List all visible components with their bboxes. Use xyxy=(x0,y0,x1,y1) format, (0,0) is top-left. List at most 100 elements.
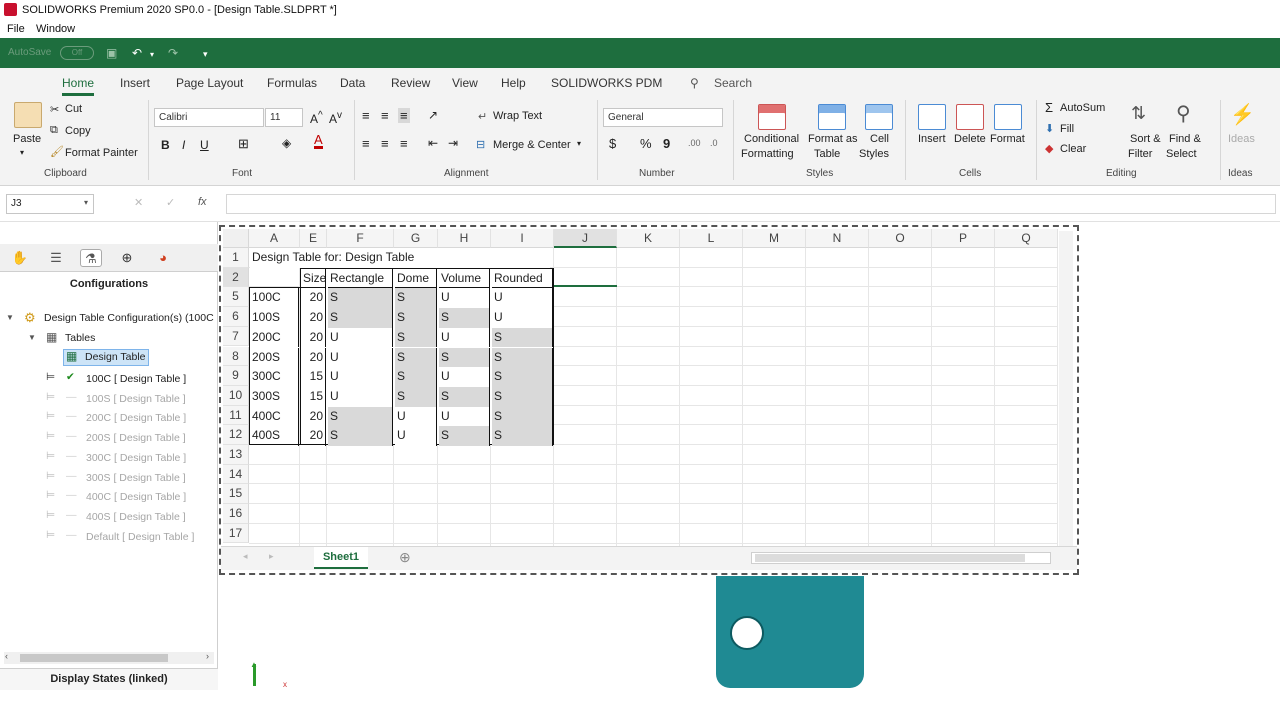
ideas-button[interactable]: Ideas xyxy=(1228,133,1255,145)
table-cell[interactable]: S xyxy=(439,426,490,446)
paste-button[interactable]: Paste xyxy=(13,133,41,145)
font-size-select[interactable]: 11 xyxy=(265,108,303,127)
fill-icon[interactable]: ⬇ xyxy=(1045,122,1054,135)
table-cell[interactable]: S xyxy=(328,426,393,446)
column-header[interactable]: H xyxy=(438,229,491,248)
table-cell[interactable]: S xyxy=(395,288,437,309)
insert-cells-icon[interactable] xyxy=(918,104,946,130)
sheet-hscroll-thumb[interactable] xyxy=(755,554,1025,562)
row-header[interactable]: 17 xyxy=(223,523,249,544)
column-header[interactable]: E xyxy=(300,229,327,248)
table-cell[interactable]: 20 xyxy=(301,327,326,348)
align-bottom-icon[interactable]: ≡ xyxy=(398,108,410,123)
merge-center-button[interactable]: Merge & Center xyxy=(493,139,571,151)
format-painter-button[interactable]: Format Painter xyxy=(65,147,138,159)
tab-formulas[interactable]: Formulas xyxy=(267,76,317,90)
copy-icon[interactable]: ⧉ xyxy=(50,124,58,137)
decrease-font-icon[interactable]: Av xyxy=(329,110,342,126)
row-header[interactable]: 13 xyxy=(223,445,249,465)
redo-icon[interactable]: ↷ xyxy=(168,46,178,60)
number-format-select[interactable]: General xyxy=(603,108,723,127)
table-cell[interactable]: S xyxy=(492,406,553,427)
expand-tables-icon[interactable]: ▼ xyxy=(28,333,36,342)
tab-help[interactable]: Help xyxy=(501,76,526,90)
align-left-icon[interactable]: ≡ xyxy=(362,136,370,151)
customize-qat-icon[interactable]: ▾ xyxy=(203,49,208,60)
panel-hscroll-thumb[interactable] xyxy=(20,654,168,662)
config-item[interactable]: 100C [ Design Table ] xyxy=(86,373,186,385)
row-header[interactable]: 7 xyxy=(223,326,249,347)
row-header[interactable]: 6 xyxy=(223,307,249,327)
row-header[interactable]: 9 xyxy=(223,366,249,386)
sort-filter-button[interactable]: Sort & xyxy=(1130,133,1161,145)
table-cell[interactable]: 20 xyxy=(301,426,326,446)
dimxpert-tab-icon[interactable]: ⊕ xyxy=(116,249,138,267)
font-color-icon[interactable]: A xyxy=(314,133,323,149)
undo-dropdown-icon[interactable]: ▾ xyxy=(150,50,154,59)
table-cell[interactable]: U xyxy=(492,288,553,309)
enter-icon[interactable]: ✓ xyxy=(166,196,175,209)
table-cell[interactable]: U xyxy=(439,367,490,387)
currency-icon[interactable]: $ xyxy=(609,136,616,151)
column-header[interactable]: Q xyxy=(995,229,1058,248)
table-cell[interactable]: 20 xyxy=(301,308,326,328)
column-header[interactable]: O xyxy=(869,229,932,248)
table-header-cell[interactable] xyxy=(250,269,299,289)
undo-icon[interactable]: ↶ xyxy=(132,46,142,60)
table-cell[interactable]: S xyxy=(395,367,437,387)
font-name-select[interactable]: Calibri xyxy=(154,108,264,127)
table-cell[interactable]: 300C xyxy=(250,367,299,387)
wrap-text-button[interactable]: Wrap Text xyxy=(493,110,542,122)
prev-sheet-icon[interactable]: ◂ xyxy=(243,551,248,562)
row-header[interactable]: 15 xyxy=(223,484,249,505)
tab-review[interactable]: Review xyxy=(391,76,430,90)
3d-part-model[interactable] xyxy=(716,576,864,688)
table-cell[interactable]: 15 xyxy=(301,386,326,407)
row-header[interactable]: 14 xyxy=(223,464,249,485)
paste-dropdown-icon[interactable]: ▾ xyxy=(20,148,24,157)
find-select-button[interactable]: Find & xyxy=(1169,133,1201,145)
table-cell[interactable]: S xyxy=(439,308,490,328)
format-cells-button[interactable]: Format xyxy=(990,133,1025,145)
table-header-cell[interactable]: Rectangle xyxy=(328,268,393,289)
column-header[interactable]: K xyxy=(617,229,680,248)
tree-design-table[interactable]: Design Table xyxy=(85,351,146,363)
increase-decimal-icon[interactable]: .00 xyxy=(688,138,701,148)
table-cell[interactable]: U xyxy=(395,426,437,446)
row-header[interactable]: 10 xyxy=(223,385,249,406)
table-cell[interactable]: S xyxy=(395,308,437,328)
row-header[interactable]: 8 xyxy=(223,346,249,367)
save-icon[interactable]: ▣ xyxy=(106,46,117,60)
table-cell[interactable]: U xyxy=(439,327,490,348)
column-header[interactable]: F xyxy=(327,229,394,248)
table-cell[interactable]: S xyxy=(492,426,553,446)
tree-root[interactable]: Design Table Configuration(s) (100C xyxy=(44,312,214,324)
feature-manager-tab-icon[interactable]: ✋ xyxy=(9,249,31,267)
table-cell[interactable]: 400C xyxy=(250,406,299,427)
italic-button[interactable]: I xyxy=(182,138,185,152)
align-middle-icon[interactable]: ≡ xyxy=(381,108,389,123)
table-header-cell[interactable]: Size xyxy=(301,268,326,289)
tab-data[interactable]: Data xyxy=(340,76,365,90)
orientation-icon[interactable]: ↗ xyxy=(428,108,438,122)
delete-cells-icon[interactable] xyxy=(956,104,984,130)
column-header[interactable]: N xyxy=(806,229,869,248)
config-item[interactable]: 200C [ Design Table ] xyxy=(86,412,186,424)
sheet-vscrollbar[interactable] xyxy=(1059,231,1073,547)
table-cell[interactable]: 200C xyxy=(250,327,299,348)
select-all-corner[interactable] xyxy=(223,229,249,248)
config-item[interactable]: 300S [ Design Table ] xyxy=(86,472,186,484)
clear-button[interactable]: Clear xyxy=(1060,143,1086,155)
table-cell[interactable]: S xyxy=(492,327,553,348)
format-as-table-icon[interactable] xyxy=(818,104,846,130)
merge-dropdown-icon[interactable]: ▾ xyxy=(577,139,581,148)
config-item[interactable]: 400S [ Design Table ] xyxy=(86,511,186,523)
clear-icon[interactable]: ◆ xyxy=(1045,142,1053,155)
cut-button[interactable]: Cut xyxy=(65,103,82,115)
cell-styles-button[interactable]: Cell xyxy=(870,133,889,145)
table-cell[interactable]: S xyxy=(328,308,393,328)
wrap-text-icon[interactable]: ↵ xyxy=(478,110,487,123)
table-cell[interactable]: S xyxy=(492,347,553,368)
config-item[interactable]: 400C [ Design Table ] xyxy=(86,491,186,503)
cancel-icon[interactable]: ✕ xyxy=(134,196,143,209)
